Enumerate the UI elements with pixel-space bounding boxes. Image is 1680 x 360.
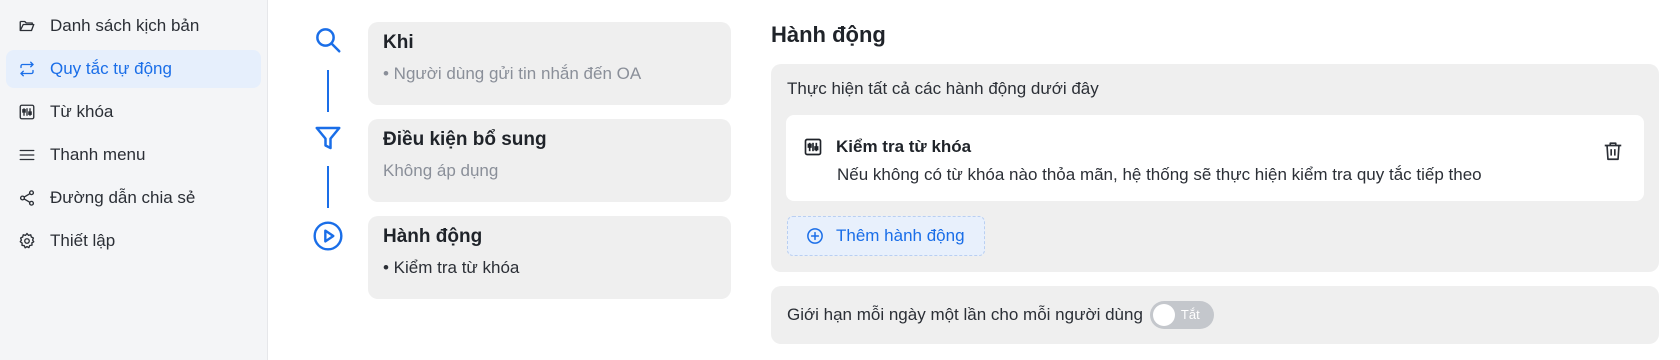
gear-icon [18,232,36,250]
action-panel-heading: Hành động [771,22,886,47]
toggle-knob [1152,304,1175,326]
daily-limit-toggle[interactable]: Tắt [1149,301,1214,329]
sidebar-item-scenario-list[interactable]: Danh sách kịch bản [6,7,261,45]
sidebar-item-label: Thanh menu [50,145,146,164]
app-root: Danh sách kịch bản Quy tắc tự động Từ kh… [0,0,1680,360]
keyword-sliders-icon [18,103,36,121]
step-title: Hành động [383,226,483,247]
timeline-connector [327,70,329,112]
search-icon [312,24,344,56]
add-action-label: Thêm hành động [836,226,965,245]
action-item-card[interactable]: Kiểm tra từ khóa Nếu không có từ khóa nà… [786,115,1644,201]
step-card-trigger[interactable]: Khi • Người dùng gửi tin nhắn đến OA [368,22,731,105]
trash-icon[interactable] [1602,140,1624,162]
plus-circle-icon [806,227,824,245]
sidebar-item-keywords[interactable]: Từ khóa [6,93,261,131]
sidebar-item-label: Quy tắc tự động [50,59,172,78]
sidebar: Danh sách kịch bản Quy tắc tự động Từ kh… [0,0,268,360]
toggle-label: Tắt [1180,307,1200,322]
filter-icon [312,122,344,154]
step-title: Khi [383,32,414,53]
step-subtitle: • Kiểm tra từ khóa [383,258,520,277]
sidebar-item-label: Từ khóa [50,102,114,121]
timeline-connector [327,166,329,208]
action-description: Thực hiện tất cả các hành động dưới đây [787,79,1099,98]
menu-icon [18,146,36,164]
repeat-icon [18,60,36,78]
share-icon [18,189,36,207]
add-action-button[interactable]: Thêm hành động [787,216,985,256]
action-item-title: Kiểm tra từ khóa [836,137,972,156]
sidebar-item-share-links[interactable]: Đường dẫn chia sẻ [6,179,261,217]
step-card-action[interactable]: Hành động • Kiểm tra từ khóa [368,216,731,299]
keyword-sliders-icon [803,137,823,157]
daily-limit-label: Giới hạn mỗi ngày một lần cho mỗi người … [787,305,1143,324]
daily-limit-row: Giới hạn mỗi ngày một lần cho mỗi người … [771,286,1659,344]
step-subtitle: Không áp dụng [383,161,499,180]
step-title: Điều kiện bổ sung [383,129,547,150]
sidebar-item-label: Danh sách kịch bản [50,16,200,35]
step-subtitle: • Người dùng gửi tin nhắn đến OA [383,64,642,83]
action-box: Thực hiện tất cả các hành động dưới đây … [771,64,1659,272]
folder-open-icon [18,17,36,35]
action-item-description: Nếu không có từ khóa nào thỏa mãn, hệ th… [837,165,1482,184]
sidebar-item-label: Đường dẫn chia sẻ [50,188,196,207]
play-circle-icon [312,220,344,252]
sidebar-item-auto-rules[interactable]: Quy tắc tự động [6,50,261,88]
sidebar-item-menu-bar[interactable]: Thanh menu [6,136,261,174]
sidebar-item-settings[interactable]: Thiết lập [6,222,261,260]
sidebar-item-label: Thiết lập [50,231,116,250]
step-card-conditions[interactable]: Điều kiện bổ sung Không áp dụng [368,119,731,202]
